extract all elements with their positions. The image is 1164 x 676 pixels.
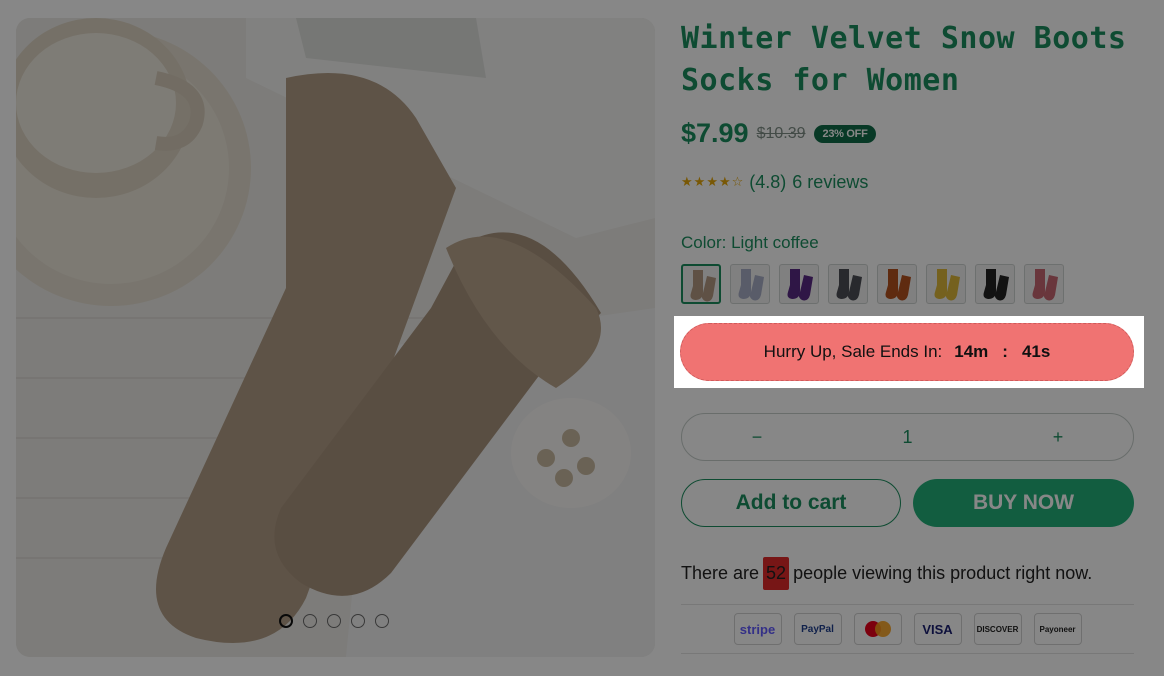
stripe-icon: stripe bbox=[733, 613, 782, 645]
buy-now-button[interactable]: BUY NOW bbox=[913, 479, 1134, 527]
viewing-prefix: There are bbox=[681, 563, 760, 583]
color-swatch-black[interactable] bbox=[975, 264, 1015, 304]
viewer-count: 52 bbox=[763, 557, 790, 590]
payment-icons: stripe PayPal VISA DISCOVER Payoneer bbox=[681, 604, 1134, 654]
countdown-minutes: 14m bbox=[954, 342, 989, 361]
mastercard-icon bbox=[853, 613, 902, 645]
color-swatch-dark-gray[interactable] bbox=[828, 264, 868, 304]
star-icon: ★ bbox=[706, 175, 718, 190]
quantity-decrease-button[interactable]: − bbox=[682, 427, 832, 448]
color-swatch-light-coffee[interactable] bbox=[681, 264, 721, 304]
color-label: Color: Light coffee bbox=[681, 233, 819, 253]
star-icon: ★ bbox=[681, 175, 693, 190]
discount-badge: 23% OFF bbox=[813, 124, 877, 143]
product-title: Winter Velvet Snow Boots Socks for Women bbox=[681, 18, 1141, 102]
gallery-pagination bbox=[279, 614, 389, 628]
visa-icon: VISA bbox=[913, 613, 962, 645]
price-row: $7.99 $10.39 23% OFF bbox=[681, 118, 877, 149]
viewing-notice: There are 52 people viewing this product… bbox=[681, 556, 1092, 591]
product-image bbox=[16, 18, 655, 657]
countdown-separator: : bbox=[1002, 342, 1008, 361]
product-title-line: Socks for Women bbox=[681, 63, 960, 98]
color-label-prefix: Color: bbox=[681, 233, 727, 252]
star-icon: ★ bbox=[718, 175, 731, 190]
product-gallery[interactable] bbox=[16, 18, 655, 657]
gallery-dot[interactable] bbox=[351, 614, 365, 628]
add-to-cart-button[interactable]: Add to cart bbox=[681, 479, 901, 527]
countdown-seconds: 41s bbox=[1021, 342, 1051, 361]
rating-value: (4.8) bbox=[749, 172, 787, 192]
viewing-suffix: people viewing this product right now. bbox=[793, 563, 1093, 583]
compare-price: $10.39 bbox=[756, 124, 806, 142]
color-selected-name: Light coffee bbox=[731, 233, 819, 252]
reviews-link[interactable]: 6 reviews bbox=[792, 172, 868, 193]
rating-row[interactable]: ★ ★ ★ ★ ☆ (4.8) 6 reviews bbox=[681, 172, 868, 193]
star-half-icon: ☆ bbox=[731, 175, 744, 190]
payoneer-icon: Payoneer bbox=[1033, 613, 1082, 645]
gallery-dot[interactable] bbox=[279, 614, 293, 628]
gallery-dot[interactable] bbox=[303, 614, 317, 628]
color-swatch-gray-blue[interactable] bbox=[730, 264, 770, 304]
gallery-dot[interactable] bbox=[327, 614, 341, 628]
rating-stars: ★ ★ ★ ★ ☆ bbox=[681, 176, 743, 189]
quantity-increase-button[interactable]: + bbox=[983, 427, 1133, 448]
discover-icon: DISCOVER bbox=[973, 613, 1022, 645]
color-swatches bbox=[681, 264, 1064, 304]
paypal-icon: PayPal bbox=[793, 613, 842, 645]
countdown-label: Hurry Up, Sale Ends In: bbox=[763, 342, 943, 361]
quantity-stepper: − 1 + bbox=[681, 413, 1134, 461]
sale-countdown: Hurry Up, Sale Ends In: 14m : 41s bbox=[680, 323, 1134, 381]
gallery-dot[interactable] bbox=[375, 614, 389, 628]
color-swatch-purple[interactable] bbox=[779, 264, 819, 304]
product-title-line: Winter Velvet Snow Boots bbox=[681, 21, 1127, 56]
star-icon: ★ bbox=[693, 175, 706, 190]
color-swatch-mustard[interactable] bbox=[926, 264, 966, 304]
color-swatch-rose[interactable] bbox=[1024, 264, 1064, 304]
color-swatch-rust[interactable] bbox=[877, 264, 917, 304]
quantity-input[interactable]: 1 bbox=[832, 427, 983, 448]
sale-price: $7.99 bbox=[681, 118, 749, 148]
